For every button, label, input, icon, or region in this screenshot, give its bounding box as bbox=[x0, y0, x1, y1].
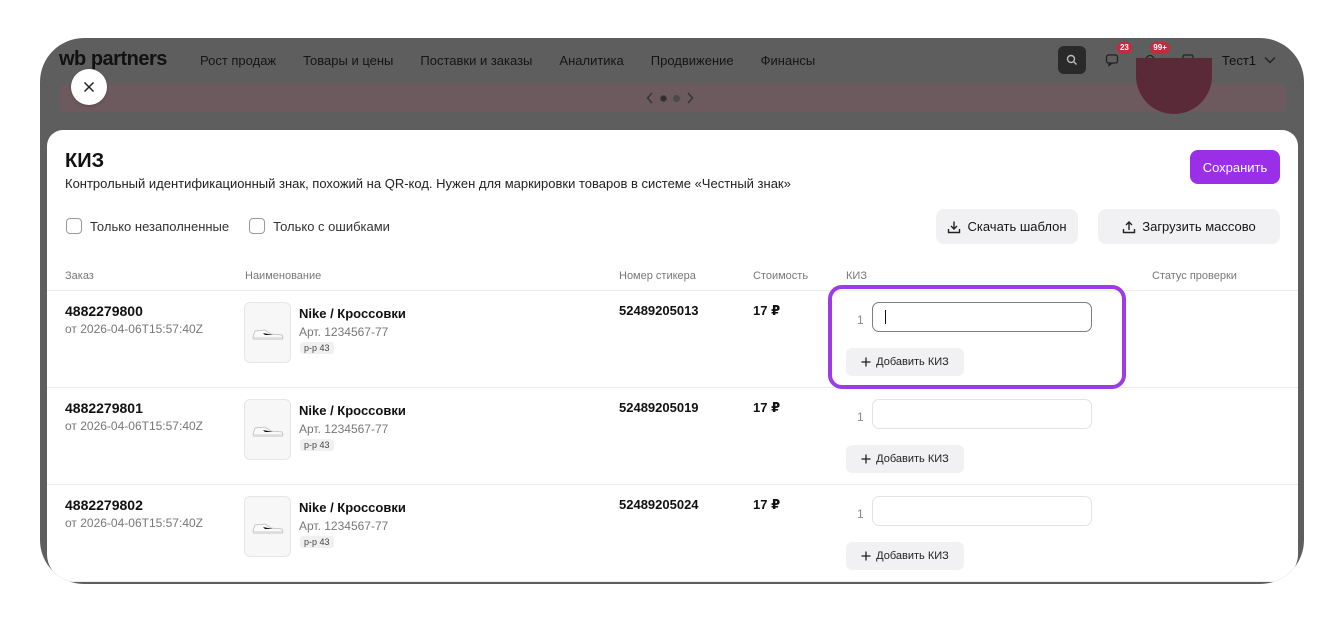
app-window: wb partners Рост продаж Товары и цены По… bbox=[40, 38, 1304, 584]
top-navigation: wb partners Рост продаж Товары и цены По… bbox=[40, 38, 1304, 84]
order-number: 4882279802 bbox=[65, 497, 143, 513]
order-date: от 2026-04-06T15:57:40Z bbox=[65, 516, 203, 530]
order-date: от 2026-04-06T15:57:40Z bbox=[65, 419, 203, 433]
add-kiz-button[interactable]: Добавить КИЗ bbox=[846, 445, 964, 473]
upload-icon bbox=[1123, 220, 1136, 233]
nav-item-products-prices[interactable]: Товары и цены bbox=[303, 53, 393, 68]
bulk-upload-button[interactable]: Загрузить массово bbox=[1098, 209, 1280, 244]
price: 17 ₽ bbox=[753, 303, 781, 318]
kiz-highlight-outline bbox=[828, 285, 1126, 389]
filter-unfilled-checkbox[interactable]: Только незаполненные bbox=[66, 218, 229, 234]
product-article: Арт. 1234567-77 bbox=[299, 325, 389, 339]
price: 17 ₽ bbox=[753, 497, 781, 512]
product-name: Nike / Кроссовки bbox=[299, 500, 406, 515]
sneaker-icon bbox=[252, 426, 284, 437]
modal-title: КИЗ bbox=[65, 150, 105, 172]
kiz-input[interactable] bbox=[872, 496, 1092, 526]
chevron-right-icon[interactable] bbox=[686, 92, 694, 104]
chevron-left-icon[interactable] bbox=[646, 92, 654, 104]
kiz-input[interactable] bbox=[872, 399, 1092, 429]
product-image bbox=[244, 496, 291, 557]
sneaker-icon bbox=[252, 329, 284, 340]
col-order: Заказ bbox=[65, 270, 94, 282]
banner-pager bbox=[646, 92, 694, 104]
bulk-upload-label: Загрузить массово bbox=[1142, 219, 1256, 234]
pager-dot[interactable] bbox=[660, 94, 667, 102]
product-article: Арт. 1234567-77 bbox=[299, 519, 389, 533]
notifications-badge: 99+ bbox=[1150, 42, 1170, 54]
product-image bbox=[244, 399, 291, 460]
col-price: Стоимость bbox=[753, 270, 809, 282]
pager-dot[interactable] bbox=[673, 94, 680, 102]
search-button[interactable] bbox=[1057, 46, 1086, 74]
price: 17 ₽ bbox=[753, 400, 781, 415]
order-date: от 2026-04-06T15:57:40Z bbox=[65, 322, 203, 336]
product-name: Nike / Кроссовки bbox=[299, 403, 406, 418]
product-size: р-р 43 bbox=[300, 536, 334, 548]
sneaker-icon bbox=[252, 523, 284, 534]
filter-unfilled-label: Только незаполненные bbox=[90, 218, 230, 234]
kiz-index: 1 bbox=[857, 410, 864, 424]
col-sticker: Номер стикера bbox=[619, 270, 696, 282]
sticker-number: 52489205013 bbox=[619, 303, 699, 318]
product-article: Арт. 1234567-77 bbox=[299, 422, 389, 436]
add-kiz-label: Добавить КИЗ bbox=[876, 550, 949, 562]
nav-item-finance[interactable]: Финансы bbox=[761, 53, 816, 68]
chat-badge: 23 bbox=[1116, 42, 1132, 54]
kiz-modal: КИЗ Контрольный идентификационный знак, … bbox=[47, 130, 1298, 582]
table-row: 4882279801 от 2026-04-06T15:57:40Z Nike … bbox=[47, 388, 1298, 485]
wb-partners-logo: wb partners bbox=[59, 48, 167, 70]
modal-subtitle: Контрольный идентификационный знак, похо… bbox=[65, 176, 791, 191]
plus-icon bbox=[861, 551, 871, 561]
user-menu[interactable]: Тест1 bbox=[1222, 53, 1276, 68]
add-kiz-button[interactable]: Добавить КИЗ bbox=[846, 542, 964, 570]
download-icon bbox=[948, 221, 961, 233]
close-icon bbox=[83, 81, 95, 93]
col-kiz: КИЗ bbox=[846, 270, 867, 282]
checkbox-box[interactable] bbox=[66, 218, 82, 234]
product-size: р-р 43 bbox=[300, 342, 334, 354]
product-name: Nike / Кроссовки bbox=[299, 306, 406, 321]
order-number: 4882279801 bbox=[65, 400, 143, 416]
download-template-label: Скачать шаблон bbox=[967, 219, 1067, 234]
sticker-number: 52489205019 bbox=[619, 400, 699, 415]
checkbox-box[interactable] bbox=[249, 218, 266, 234]
order-number: 4882279800 bbox=[65, 303, 143, 319]
sticker-number: 52489205024 bbox=[619, 497, 699, 512]
save-button[interactable]: Сохранить bbox=[1190, 150, 1280, 184]
user-name: Тест1 bbox=[1221, 52, 1256, 68]
nav-item-analytics[interactable]: Аналитика bbox=[559, 53, 623, 68]
chat-button[interactable]: 23 bbox=[1100, 42, 1132, 72]
nav-item-supplies-orders[interactable]: Поставки и заказы bbox=[420, 53, 532, 68]
col-name: Наименование bbox=[245, 270, 322, 282]
nav-item-sales-growth[interactable]: Рост продаж bbox=[200, 53, 276, 68]
nav-item-promotion[interactable]: Продвижение bbox=[651, 53, 734, 68]
product-size: р-р 43 bbox=[300, 439, 334, 451]
filters: Только незаполненные Только с ошибками bbox=[66, 218, 390, 234]
divider bbox=[47, 581, 1298, 582]
filter-errors-label: Только с ошибками bbox=[273, 218, 390, 234]
close-modal-button[interactable] bbox=[71, 69, 107, 105]
col-status: Статус проверки bbox=[1152, 270, 1237, 282]
filter-errors-checkbox[interactable]: Только с ошибками bbox=[249, 218, 390, 234]
product-image bbox=[244, 302, 291, 363]
table-row: 4882279802 от 2026-04-06T15:57:40Z Nike … bbox=[47, 485, 1298, 582]
search-icon bbox=[1066, 54, 1077, 65]
kiz-index: 1 bbox=[857, 507, 864, 521]
download-template-button[interactable]: Скачать шаблон bbox=[936, 209, 1078, 244]
plus-icon bbox=[861, 454, 871, 464]
main-nav: Рост продаж Товары и цены Поставки и зак… bbox=[200, 53, 815, 68]
chevron-down-icon bbox=[1264, 57, 1276, 64]
chat-icon bbox=[1105, 54, 1119, 67]
add-kiz-label: Добавить КИЗ bbox=[876, 453, 949, 465]
